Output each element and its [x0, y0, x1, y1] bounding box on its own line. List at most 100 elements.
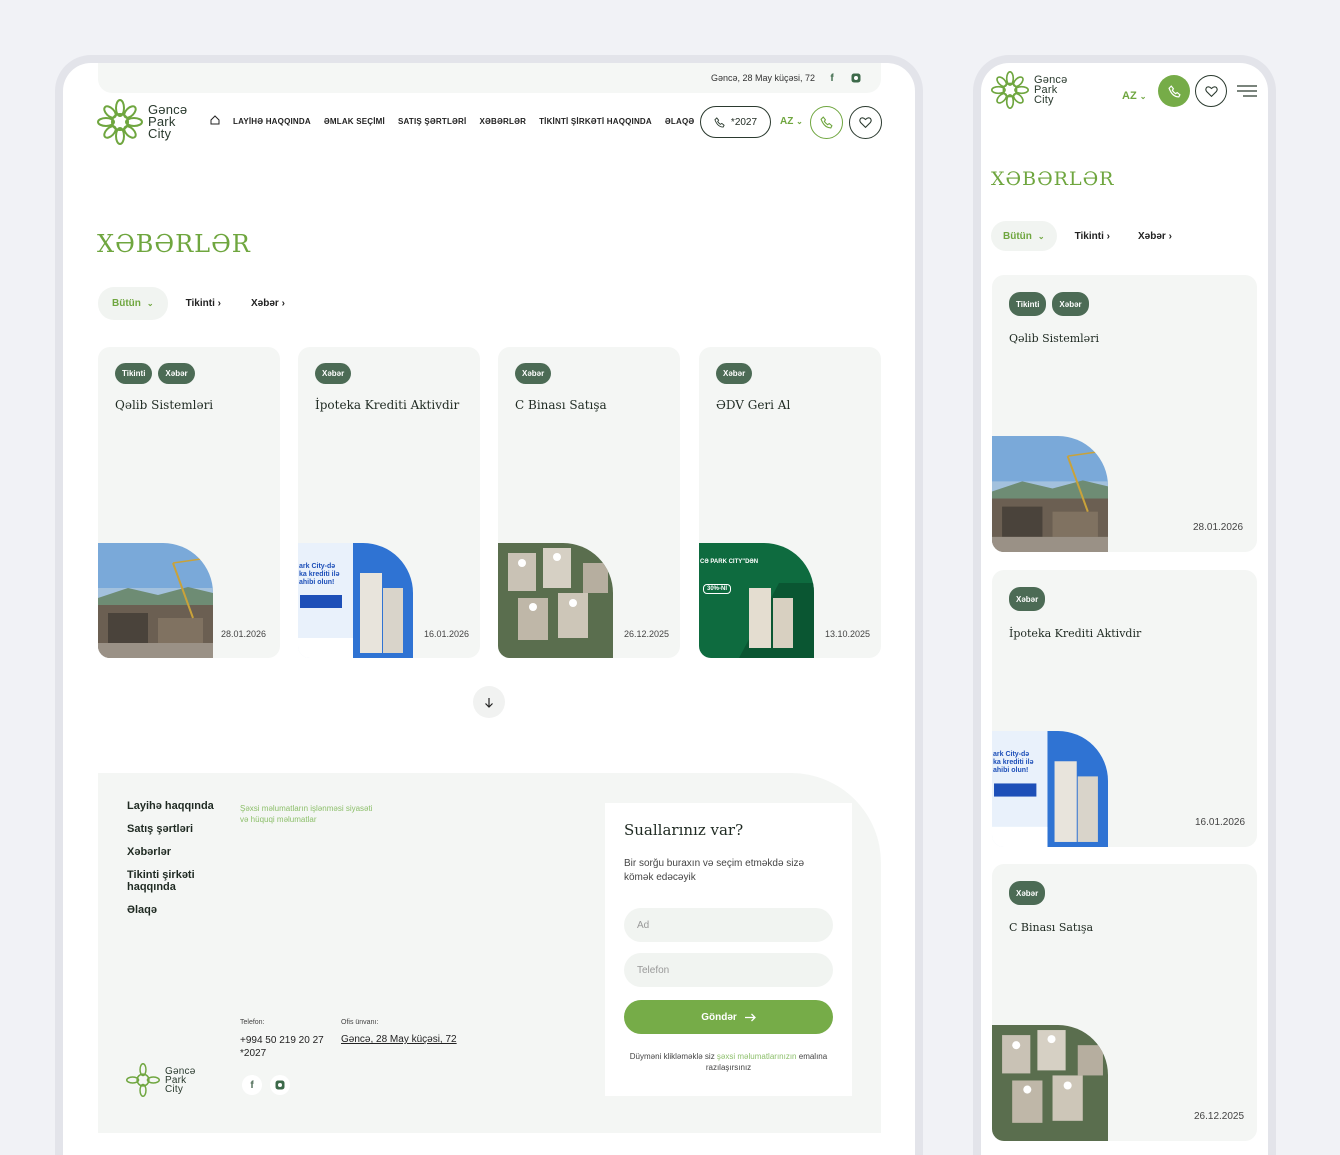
consent-link[interactable]: şəxsi məlumatlarınızın — [717, 1052, 797, 1061]
favorites-button[interactable] — [849, 106, 882, 139]
news-card[interactable]: Xəbər C Binası Satışa 26.12.2025 — [498, 347, 680, 658]
footer-logo[interactable]: Gəncə Park City — [126, 1063, 195, 1097]
logo-text: Gəncə Park City — [148, 102, 188, 141]
news-card[interactable]: Xəbər İpoteka Krediti Aktivdir ark City-… — [992, 570, 1257, 847]
chevron-down-icon: ⌄ — [146, 299, 154, 308]
page-title: XƏBƏRLƏR — [991, 168, 1115, 190]
filter-all[interactable]: Bütün ⌄ — [98, 287, 168, 320]
card-date: 16.01.2026 — [424, 629, 470, 639]
card-title: ƏDV Geri Al — [716, 398, 791, 412]
phone-icon — [714, 116, 725, 128]
footer-phone[interactable]: +994 50 219 20 27 — [240, 1034, 324, 1047]
home-icon[interactable] — [210, 115, 220, 127]
footer: Layihə haqqında Satış şərtləri Xəbərlər … — [98, 773, 881, 1133]
desktop-frame: Gəncə, 28 May küçəsi, 72 f Gəncə Park Ci… — [55, 55, 923, 1155]
card-date: 16.01.2026 — [1195, 817, 1246, 828]
news-card[interactable]: Tikinti Xəbər Qəlib Sistemləri 28.01.202… — [992, 275, 1257, 552]
filter-construction[interactable]: Tikinti › — [1075, 231, 1110, 242]
call-button[interactable] — [1158, 75, 1190, 107]
filter-news[interactable]: Xəbər › — [1138, 231, 1172, 242]
logo[interactable]: Gəncə Park City — [97, 99, 187, 145]
footer-link-about[interactable]: Layihə haqqında — [127, 800, 227, 812]
nav-item-property[interactable]: ƏMLAK SEÇİMİ — [324, 117, 385, 126]
news-card[interactable]: Xəbər İpoteka Krediti Aktivdir ark City-… — [298, 347, 480, 658]
filter-construction[interactable]: Tikinti › — [186, 298, 221, 309]
contact-form: Suallarınız var? Bir sorğu buraxın və se… — [605, 803, 852, 1096]
news-card[interactable]: Tikinti Xəbər Qəlib Sistemləri 28.01.202… — [98, 347, 280, 658]
tag-badge[interactable]: Tikinti — [1009, 292, 1047, 316]
news-card[interactable]: Xəbər ƏDV Geri Al CƏ PARK CITY"DƏN 30%-N… — [699, 347, 881, 658]
footer-link-contact[interactable]: Əlaqə — [127, 904, 227, 916]
card-title: C Binası Satışa — [515, 398, 607, 412]
logo-flower-icon — [97, 99, 143, 145]
call-button[interactable] — [810, 106, 843, 139]
footer-links: Layihə haqqında Satış şərtləri Xəbərlər … — [127, 800, 227, 916]
page-title: XƏBƏRLƏR — [97, 230, 251, 258]
footer-link-company[interactable]: Tikinti şirkəti haqqında — [127, 869, 227, 893]
tag-badge[interactable]: Xəbər — [1009, 587, 1046, 611]
filter-all[interactable]: Bütün ⌄ — [991, 221, 1057, 251]
favorites-button[interactable] — [1195, 75, 1227, 107]
chevron-right-icon: › — [1168, 230, 1172, 242]
logo[interactable]: Gəncə Park City — [991, 71, 1067, 109]
logo-flower-icon — [126, 1063, 160, 1097]
news-card[interactable]: Xəbər C Binası Satışa 26.12.2025 — [992, 864, 1257, 1141]
card-image: ark City-də ka krediti ilə ahibi olun! — [298, 543, 413, 658]
card-image: CƏ PARK CITY"DƏN 30%-Nİ — [699, 543, 814, 658]
phone-input[interactable]: Telefon — [624, 953, 833, 987]
mobile-frame: Gəncə Park City AZ ⌄ XƏBƏRLƏR Bütün ⌄ Tik… — [973, 55, 1276, 1155]
footer-link-sales[interactable]: Satış şərtləri — [127, 823, 227, 835]
card-image — [992, 436, 1108, 552]
menu-icon[interactable] — [1237, 84, 1257, 103]
tag-badge[interactable]: Xəbər — [158, 363, 195, 384]
tag-badge[interactable]: Xəbər — [1009, 881, 1046, 905]
thumb-text: CƏ PARK CITY"DƏN — [700, 559, 759, 565]
nav-item-sales-terms[interactable]: SATIŞ ŞƏRTLƏRİ — [398, 117, 467, 126]
language-selector[interactable]: AZ ⌄ — [1122, 90, 1146, 102]
tag-badge[interactable]: Xəbər — [315, 363, 352, 384]
phone-label: Telefon: — [240, 1019, 265, 1026]
tag-badge[interactable]: Xəbər — [1052, 292, 1089, 316]
facebook-icon[interactable]: f — [242, 1075, 262, 1095]
instagram-icon[interactable] — [270, 1075, 290, 1095]
phone-number-button[interactable]: *2027 — [700, 106, 771, 138]
card-image — [992, 1025, 1108, 1141]
name-input[interactable]: Ad — [624, 908, 833, 942]
tag-badge[interactable]: Xəbər — [716, 363, 753, 384]
load-more-button[interactable] — [473, 686, 505, 718]
chevron-right-icon: › — [1106, 230, 1110, 242]
nav-item-company[interactable]: TİKİNTİ ŞİRKƏTİ HAQQINDA — [539, 117, 652, 126]
footer-phone-short[interactable]: *2027 — [240, 1047, 324, 1060]
card-title: İpoteka Krediti Aktivdir — [1009, 627, 1142, 640]
language-selector[interactable]: AZ ⌄ — [780, 116, 803, 127]
thumb-text: ark City-də ka krediti ilə ahibi olun! — [993, 751, 1034, 774]
filter-news[interactable]: Xəbər › — [251, 298, 285, 309]
send-button[interactable]: Göndər — [624, 1000, 833, 1034]
arrow-down-icon — [485, 697, 493, 708]
card-title: C Binası Satışa — [1009, 921, 1094, 934]
heart-icon — [859, 117, 872, 129]
logo-flower-icon — [991, 71, 1029, 109]
facebook-icon[interactable]: f — [825, 71, 839, 85]
logo-text: Gəncə Park City — [1034, 74, 1068, 106]
thumb-text: ark City-də ka krediti ilə ahibi olun! — [299, 563, 340, 586]
nav-item-contact[interactable]: ƏLAQƏ — [665, 117, 695, 126]
office-address[interactable]: Gəncə, 28 May küçəsi, 72 — [341, 1034, 457, 1045]
filter-bar: Bütün ⌄ Tikinti › Xəbər › — [991, 221, 1172, 251]
tag-badge[interactable]: Xəbər — [515, 363, 552, 384]
card-image: ark City-də ka krediti ilə ahibi olun! — [992, 731, 1108, 847]
footer-link-news[interactable]: Xəbərlər — [127, 846, 227, 858]
card-date: 13.10.2025 — [825, 629, 871, 639]
nav-item-news[interactable]: XƏBƏRLƏR — [479, 117, 526, 126]
privacy-link[interactable]: Şəxsi məlumatların işlənməsi siyasəti və… — [240, 803, 375, 825]
tag-badge[interactable]: Tikinti — [115, 363, 153, 384]
card-date: 28.01.2026 — [1193, 522, 1244, 533]
nav-item-about[interactable]: LAYİHƏ HAQQINDA — [233, 117, 311, 126]
consent-text: Düyməni klikləməklə siz şəxsi məlumatlar… — [629, 1052, 828, 1072]
card-title: Qəlib Sistemləri — [115, 398, 214, 412]
chevron-down-icon: ⌄ — [1037, 231, 1045, 241]
footer-phones: +994 50 219 20 27 *2027 — [240, 1034, 324, 1060]
instagram-icon[interactable] — [849, 71, 863, 85]
thumb-text: 30%-Nİ — [703, 584, 732, 594]
phone-button-label: *2027 — [730, 116, 758, 128]
